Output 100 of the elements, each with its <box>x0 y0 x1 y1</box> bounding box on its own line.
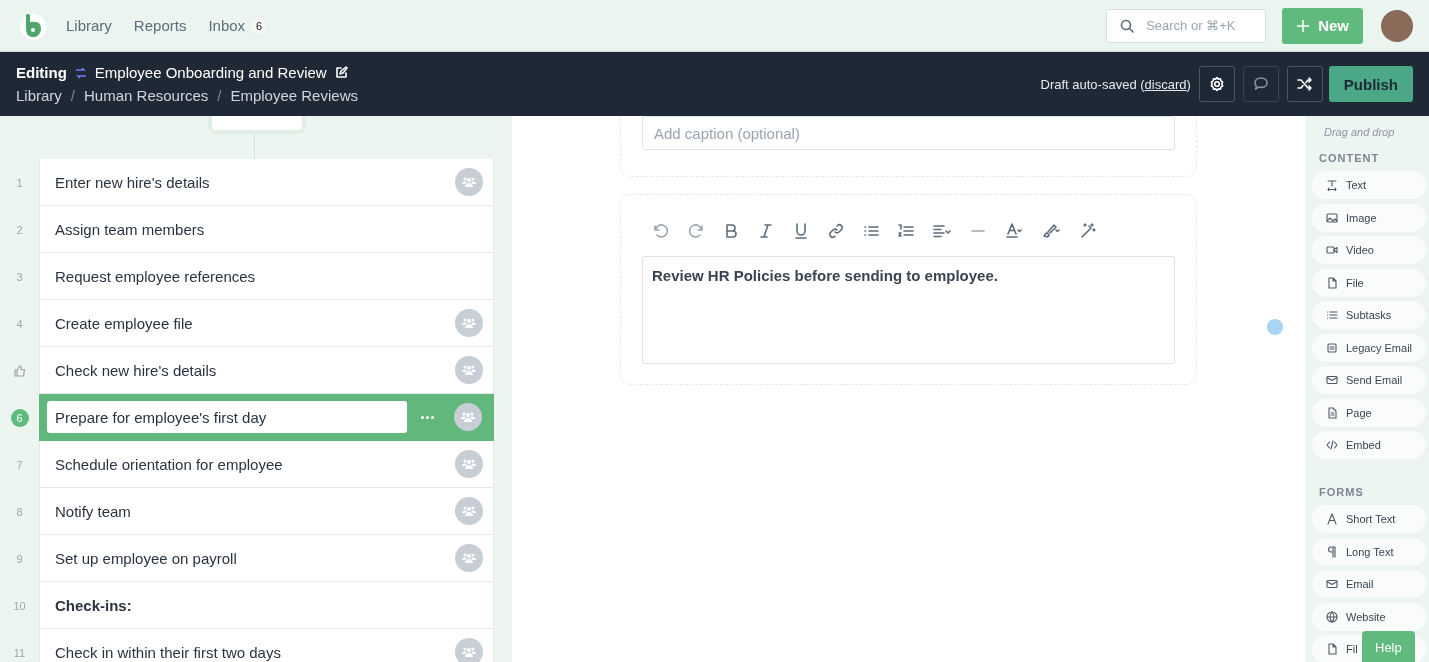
align-icon[interactable] <box>932 222 952 240</box>
widget-item[interactable]: Page <box>1312 398 1426 427</box>
widget-label: Send Email <box>1346 374 1403 386</box>
widget-label: Short Text <box>1346 513 1396 525</box>
step-number: 9 <box>16 552 23 565</box>
breadcrumb-link[interactable]: Employee Reviews <box>230 87 358 104</box>
link-icon[interactable] <box>827 222 845 240</box>
image-icon <box>1326 211 1338 224</box>
text-color-icon[interactable] <box>1004 222 1024 240</box>
shuffle-icon <box>1296 76 1313 92</box>
section-heading: Check-ins: <box>55 596 133 614</box>
step-title-field[interactable]: Prepare for employee's first day <box>47 401 407 433</box>
settings-button[interactable] <box>1198 66 1235 102</box>
step-number: 10 <box>13 599 26 612</box>
search-field[interactable]: Search or ⌘+K <box>1106 8 1267 43</box>
step-title: Notify team <box>55 502 132 520</box>
redo-icon[interactable] <box>687 222 705 240</box>
step-title: Check in within their first two days <box>55 643 282 661</box>
rich-text-editor[interactable]: Review HR Policies before sending to employee. <box>642 256 1175 364</box>
comment-button[interactable] <box>1242 66 1279 102</box>
breadcrumb-separator: / <box>70 87 76 104</box>
assignee-icon[interactable] <box>454 403 482 431</box>
widget-item[interactable]: Short Text <box>1312 505 1426 533</box>
underline-icon[interactable] <box>792 222 810 240</box>
count-badge: 6 <box>251 17 268 34</box>
widget-item[interactable]: Text <box>1312 171 1426 199</box>
widget-label: File <box>1346 276 1364 289</box>
widget-item[interactable]: Long Text <box>1312 537 1426 566</box>
widget-item[interactable]: Website <box>1312 602 1426 631</box>
legacy-email-icon <box>1326 341 1338 354</box>
step-number: 1 <box>16 176 23 189</box>
step-number: 6 <box>10 408 29 427</box>
step-number: 7 <box>16 458 23 471</box>
workflow-icon <box>74 66 87 79</box>
discard-link[interactable]: discard <box>1144 76 1187 92</box>
section-title: FORMS <box>1319 486 1365 498</box>
shuffle-button[interactable] <box>1286 66 1323 102</box>
email-icon <box>1326 374 1338 386</box>
thumbs-up-icon <box>13 364 26 377</box>
step-row[interactable]: Request employee references <box>39 253 494 300</box>
step-row[interactable]: Check new hire's details <box>39 347 494 394</box>
breadcrumb-link[interactable]: Library <box>16 87 62 104</box>
edit-icon[interactable] <box>334 66 348 79</box>
step-number: 8 <box>16 505 23 518</box>
step-row[interactable]: Prepare for employee's first day <box>39 394 494 441</box>
website-icon <box>1326 610 1338 623</box>
step-title: Enter new hire's details <box>55 173 211 191</box>
widget-item[interactable]: Send Email <box>1312 366 1426 394</box>
breadcrumb-link[interactable]: Human Resources <box>84 87 209 104</box>
step-row[interactable]: Notify team <box>39 488 494 535</box>
publish-button[interactable]: Publish <box>1328 66 1413 102</box>
magic-wand-icon[interactable] <box>1078 222 1098 240</box>
italic-icon[interactable] <box>757 222 775 240</box>
step-title: Assign team members <box>55 220 206 238</box>
widget-label: Website <box>1346 610 1386 623</box>
cursor-dot <box>1267 319 1283 335</box>
workflow-title: Employee Onboarding and Review <box>94 64 327 81</box>
widget-label: Email <box>1346 578 1374 590</box>
embed-icon <box>1326 439 1338 451</box>
step-row[interactable]: Check-ins: <box>39 582 494 629</box>
undo-icon[interactable] <box>652 222 670 240</box>
page-icon <box>1326 406 1338 419</box>
widget-label: Image <box>1346 211 1377 224</box>
settings-icon <box>1208 76 1225 92</box>
step-row[interactable]: Schedule orientation for employee <box>39 441 494 488</box>
widget-item[interactable]: Video <box>1312 236 1426 264</box>
drag-hint: Drag and drop <box>1324 126 1396 138</box>
step-title: Schedule orientation for employee <box>55 455 284 473</box>
step-row[interactable]: Enter new hire's details <box>39 159 494 206</box>
widget-item[interactable]: Legacy Email <box>1312 333 1426 362</box>
nav-link[interactable]: Library <box>66 17 112 34</box>
widget-item[interactable]: File <box>1312 268 1426 297</box>
step-row[interactable]: Set up employee on payroll <box>39 535 494 582</box>
numbered-list-icon[interactable] <box>897 222 915 240</box>
step-row[interactable]: Create employee file <box>39 300 494 347</box>
step-row[interactable]: Check in within their first two days <box>39 629 494 662</box>
widget-item[interactable]: Email <box>1312 570 1426 598</box>
caption-field[interactable]: Add caption (optional) <box>642 116 1175 150</box>
step-row[interactable]: Assign team members <box>39 206 494 253</box>
editor-text: Review HR Policies before sending to employee. <box>652 267 998 284</box>
more-icon[interactable] <box>421 415 434 419</box>
speech-bubble-icon <box>1252 76 1269 92</box>
editing-label: Editing <box>16 64 67 81</box>
widget-label: Subtasks <box>1346 309 1392 321</box>
widget-item[interactable]: Image <box>1312 203 1426 232</box>
step-title: Request employee references <box>55 267 257 285</box>
breadcrumb-separator: / <box>217 87 222 104</box>
logo-icon[interactable] <box>20 11 46 40</box>
widget-label: Video <box>1346 244 1374 256</box>
long-text-icon <box>1326 545 1338 558</box>
step-number: 4 <box>16 317 23 330</box>
step-number: 11 <box>13 646 26 659</box>
avatar[interactable] <box>1381 9 1413 42</box>
nav-link[interactable]: Inbox 6 <box>208 17 268 34</box>
nav-link[interactable]: Reports <box>133 17 187 34</box>
widget-item[interactable]: Embed <box>1312 431 1426 459</box>
file-icon <box>1326 643 1338 655</box>
email-icon <box>1326 578 1338 590</box>
highlight-icon[interactable] <box>1041 222 1061 240</box>
widget-item[interactable]: Subtasks <box>1312 301 1426 329</box>
